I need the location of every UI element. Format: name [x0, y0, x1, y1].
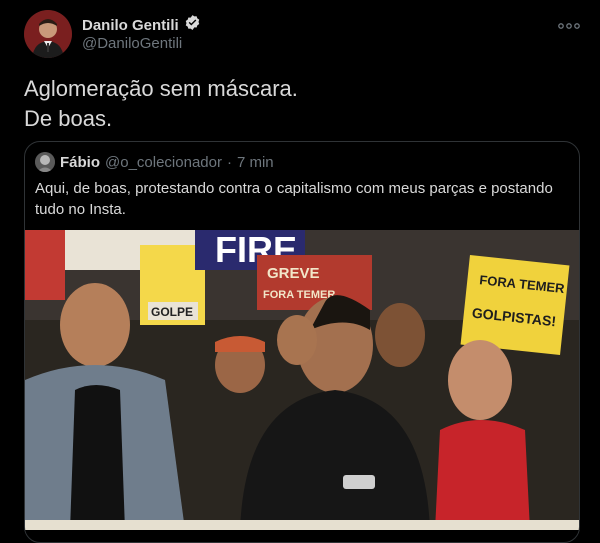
quoted-author-handle: @o_colecionador	[105, 153, 222, 171]
quoted-separator: ·	[226, 153, 232, 171]
quoted-header: Fábio @o_colecionador · 7 min	[35, 152, 274, 172]
sign-greve: GREVE	[267, 265, 320, 282]
author-handle[interactable]: @DaniloGentili	[82, 35, 182, 52]
author-avatar-image	[24, 10, 72, 58]
protest-photo[interactable]: FIRE GREVE FORA TEMER GOLPE FORA TEMER G…	[25, 229, 579, 530]
quoted-timestamp: 7 min	[236, 153, 274, 171]
tweet-line: De boas.	[24, 106, 113, 131]
more-options-icon[interactable]	[558, 18, 580, 29]
author-name-row[interactable]: Danilo Gentili	[82, 14, 201, 36]
author-name[interactable]: Danilo Gentili	[82, 17, 179, 34]
quoted-tweet[interactable]: Fábio @o_colecionador · 7 min Aqui, de b…	[24, 141, 580, 543]
quoted-avatar	[35, 152, 55, 172]
tweet-line: Aglomeração sem máscara.	[24, 76, 298, 101]
author-avatar[interactable]	[24, 10, 72, 58]
verified-badge-icon	[184, 14, 201, 36]
tweet-text: Aglomeração sem máscara. De boas.	[24, 74, 298, 134]
quoted-text: Aqui, de boas, protestando contra o capi…	[35, 180, 553, 218]
sign-golpe: GOLPE	[151, 305, 193, 319]
quoted-author-name: Fábio	[60, 153, 100, 171]
